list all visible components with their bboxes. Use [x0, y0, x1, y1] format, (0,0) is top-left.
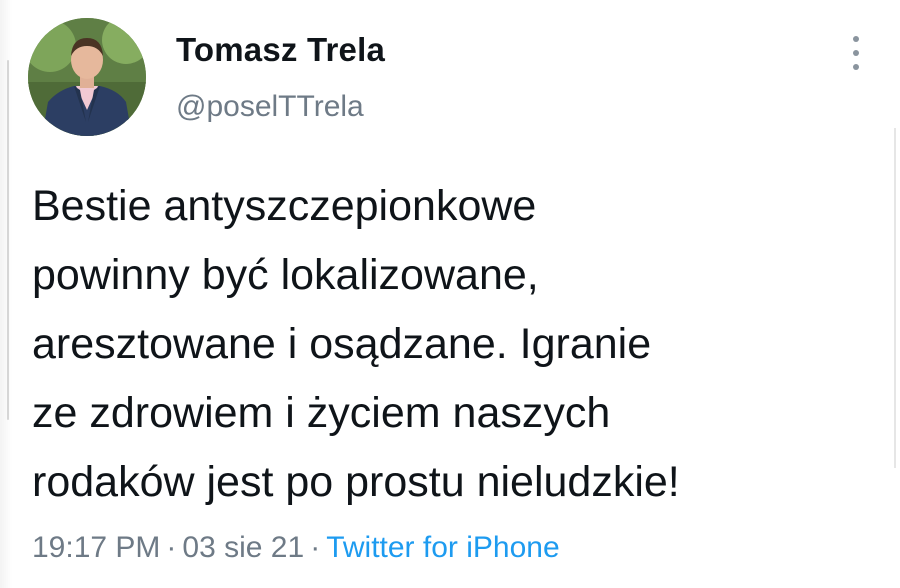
scroll-indicator — [7, 60, 9, 420]
tweet-date[interactable]: 03 sie 21 — [182, 531, 304, 564]
tweet-metadata: 19:17 PM · 03 sie 21 · Twitter for iPhone — [32, 528, 560, 568]
avatar-photo — [28, 18, 146, 136]
meta-separator: · — [310, 531, 321, 564]
tweet-source-link[interactable]: Twitter for iPhone — [326, 531, 559, 564]
tweet-time[interactable]: 19:17 PM — [32, 531, 160, 564]
meta-separator: · — [166, 531, 177, 564]
right-edge-divider — [894, 128, 896, 468]
more-dot — [853, 36, 859, 42]
more-dot — [853, 50, 859, 56]
author-handle[interactable]: @poselTTrela — [176, 88, 364, 126]
avatar[interactable] — [28, 18, 146, 136]
tweet-text: Bestie antyszczepionkowe powinny być lok… — [32, 182, 680, 506]
author-display-name[interactable]: Tomasz Trela — [176, 30, 385, 70]
left-edge-shadow — [0, 0, 12, 588]
more-vertical-icon[interactable] — [848, 36, 864, 70]
more-dot — [853, 64, 859, 70]
